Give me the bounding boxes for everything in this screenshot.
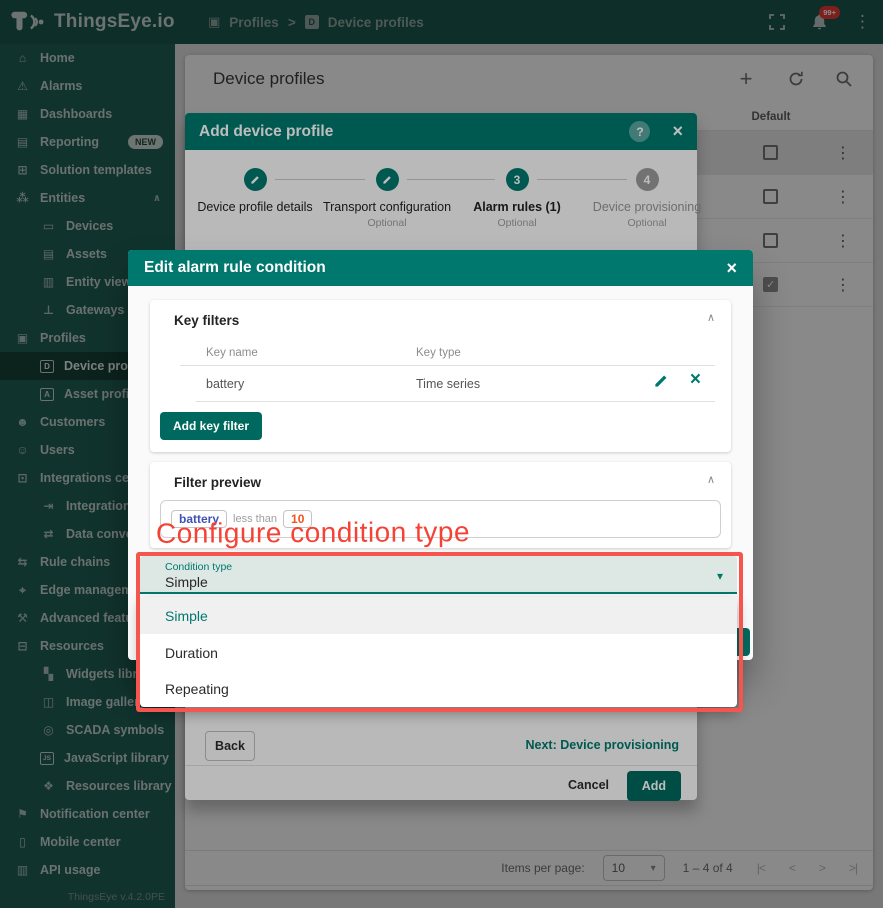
collapse-icon[interactable]: ∧ <box>707 473 715 486</box>
key-type-cell: Time series <box>416 377 480 391</box>
table-divider <box>196 401 715 402</box>
column-header-key-type: Key type <box>416 347 461 359</box>
column-header-key-name: Key name <box>206 347 258 359</box>
delete-key-filter-icon[interactable]: × <box>690 369 701 391</box>
key-filters-title: Key filters <box>174 313 239 328</box>
key-filters-panel: Key filters ∧ Key name Key type battery … <box>150 300 731 452</box>
key-name-cell: battery <box>206 377 244 391</box>
annotation-text: Configure condition type <box>156 516 470 550</box>
close-icon[interactable]: × <box>726 258 737 279</box>
edit-modal-title: Edit alarm rule condition <box>144 259 726 277</box>
table-divider <box>180 365 715 366</box>
app-root: ThingsEye.io ▣ Profiles > D Device profi… <box>0 0 883 908</box>
edit-key-filter-icon[interactable] <box>654 373 669 388</box>
filter-preview-title: Filter preview <box>174 475 261 490</box>
annotation-highlight-box <box>136 552 743 712</box>
add-key-filter-button[interactable]: Add key filter <box>160 412 262 440</box>
edit-modal-header: Edit alarm rule condition × <box>128 250 753 286</box>
collapse-icon[interactable]: ∧ <box>707 311 715 324</box>
